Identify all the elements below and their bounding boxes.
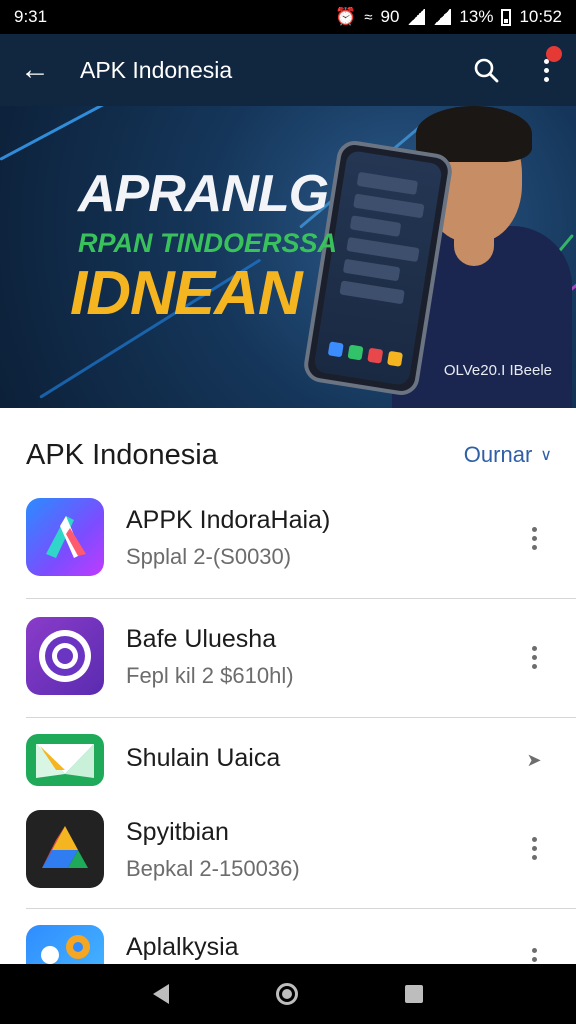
app-title: APPK IndoraHaia) <box>126 506 331 534</box>
section-title: APK Indonesia <box>26 438 218 471</box>
signal-icon <box>407 9 426 25</box>
settings-gears-icon <box>26 925 104 964</box>
target-icon <box>26 617 104 695</box>
search-button[interactable] <box>456 34 516 106</box>
notification-badge <box>546 46 562 62</box>
drive-triangle-icon <box>26 810 104 888</box>
list-item[interactable]: Spyitbian Bepkal 2-150036) <box>0 790 576 908</box>
battery-icon <box>501 8 512 26</box>
wifi-icon: ≈ <box>364 8 373 26</box>
list-item[interactable]: APPK IndoraHaia) Spplal 2-(S0030) <box>0 490 576 598</box>
app-subtitle: Bepkal 2-150036) <box>126 856 300 881</box>
banner-bigline: IDNEAN <box>70 259 303 328</box>
alarm-icon: ⏰ <box>335 7 357 26</box>
banner-tag: OLVe20.I IBeele <box>443 362 552 379</box>
mail-icon <box>26 734 104 786</box>
list-item[interactable]: Aplalkysia <box>0 909 576 964</box>
app-title: Bafe Uluesha <box>126 625 277 653</box>
arrow-icon[interactable]: ➤ <box>514 740 554 780</box>
arrow-gradient-icon <box>26 498 104 576</box>
nav-back-icon[interactable] <box>153 984 170 1004</box>
overflow-menu-button[interactable] <box>516 34 576 106</box>
light-streak <box>0 106 195 161</box>
more-vert-icon <box>543 58 549 82</box>
banner-subheadline: RPAN TINDOERSSA <box>78 228 338 258</box>
system-nav-bar <box>0 964 576 1024</box>
section-link-label: Ournar <box>463 442 533 467</box>
wifi-level: 90 <box>380 7 400 26</box>
more-vert-icon[interactable] <box>514 828 554 868</box>
back-arrow-icon[interactable]: ← <box>0 55 70 85</box>
battery-percent: 13% <box>459 7 494 26</box>
search-icon <box>474 58 499 83</box>
more-vert-icon[interactable] <box>514 518 554 558</box>
app-title: Spyitbian <box>126 818 229 846</box>
status-bar: 9:31 ⏰ ≈ 90 13% 10:52 <box>0 0 576 34</box>
more-vert-icon[interactable] <box>514 637 554 677</box>
app-bar-title: APK Indonesia <box>80 56 233 83</box>
status-icons: ⏰ ≈ 90 13% 10:52 <box>335 7 562 27</box>
status-clock: 10:52 <box>519 7 562 26</box>
banner-headline: APRANLG <box>78 165 329 223</box>
section-link[interactable]: Ournar ∨ <box>464 442 552 468</box>
app-title: Aplalkysia <box>126 933 239 961</box>
list-item[interactable]: Shulain Uaica ➤ <box>0 718 576 790</box>
promo-banner[interactable]: APRANLG RPAN TINDOERSSA IDNEAN OLVe20.I … <box>0 106 576 408</box>
chevron-down-icon: ∨ <box>540 447 552 464</box>
signal-icon-2 <box>433 9 452 25</box>
section-header: APK Indonesia Ournar ∨ <box>0 408 576 490</box>
more-vert-icon[interactable] <box>514 939 554 964</box>
nav-home-icon[interactable] <box>275 983 298 1005</box>
status-time: 9:31 <box>14 7 48 26</box>
app-subtitle: Fepl kil 2 $610hl) <box>126 663 294 688</box>
list-item[interactable]: Bafe Uluesha Fepl kil 2 $610hl) <box>0 599 576 717</box>
app-title: Shulain Uaica <box>126 744 281 772</box>
app-bar: ← APK Indonesia <box>0 34 576 106</box>
nav-recents-icon[interactable] <box>404 985 423 1003</box>
app-subtitle: Spplal 2-(S0030) <box>126 544 292 569</box>
